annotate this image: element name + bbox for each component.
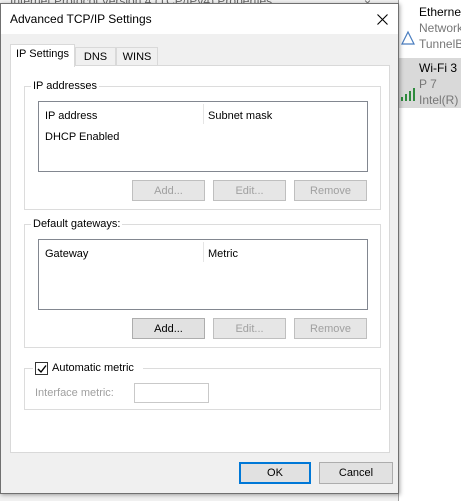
automatic-metric-option[interactable]: Automatic metric [33, 361, 143, 376]
cancel-button[interactable]: Cancel [319, 462, 393, 484]
connection-device: TunnelB [419, 37, 461, 51]
checkmark-icon [37, 365, 47, 374]
connection-status: P 7 [419, 77, 437, 91]
automatic-metric-checkbox[interactable] [35, 362, 48, 375]
ip-remove-button[interactable]: Remove [294, 180, 367, 201]
ip-settings-panel: IP addresses IP address Subnet mask DHCP… [10, 65, 390, 453]
ip-addresses-group: IP addresses IP address Subnet mask DHCP… [24, 80, 381, 210]
tab-dns[interactable]: DNS [75, 47, 116, 66]
default-gateways-group-label: Default gateways: [31, 218, 123, 231]
connection-name: Wi-Fi 3 [419, 61, 457, 75]
gateway-edit-button[interactable]: Edit... [213, 318, 286, 339]
connection-status: Network [419, 21, 461, 35]
column-separator[interactable] [203, 242, 204, 262]
ip-add-button[interactable]: Add... [132, 180, 205, 201]
ip-addresses-list[interactable]: IP address Subnet mask DHCP Enabled [38, 101, 368, 172]
gateway-remove-button[interactable]: Remove [294, 318, 367, 339]
connection-device: Intel(R) [419, 93, 459, 107]
ip-addresses-group-label: IP addresses [31, 80, 100, 93]
connection-item-ethernet[interactable]: Ethernet Network TunnelB [399, 2, 461, 51]
tab-wins[interactable]: WINS [116, 47, 158, 66]
wifi-signal-icon [400, 86, 416, 102]
tab-ip-settings[interactable]: IP Settings [10, 44, 75, 67]
ip-edit-button[interactable]: Edit... [213, 180, 286, 201]
connection-name: Ethernet [419, 5, 461, 19]
interface-metric-label: Interface metric: [35, 387, 114, 399]
dialog-title: Advanced TCP/IP Settings [10, 12, 152, 26]
advanced-tcpip-settings-dialog: Advanced TCP/IP Settings IP Settings DNS… [0, 3, 399, 494]
gateways-list[interactable]: Gateway Metric [38, 239, 368, 310]
connection-item-wifi[interactable]: Wi-Fi 3 P 7 Intel(R) [399, 58, 461, 108]
column-header-subnet-mask[interactable]: Subnet mask [208, 110, 272, 122]
column-header-metric[interactable]: Metric [208, 248, 238, 260]
column-header-gateway[interactable]: Gateway [45, 248, 88, 260]
list-item[interactable]: DHCP Enabled [45, 131, 119, 143]
column-separator[interactable] [203, 104, 204, 124]
ok-button[interactable]: OK [239, 462, 311, 484]
network-connections-list: Ethernet Network TunnelB Wi-Fi 3 P 7 Int… [399, 0, 461, 501]
gateway-add-button[interactable]: Add... [132, 318, 205, 339]
column-header-ip-address[interactable]: IP address [45, 110, 97, 122]
metric-group: Automatic metric Interface metric: [24, 361, 381, 410]
title-bar[interactable]: Advanced TCP/IP Settings [1, 4, 398, 34]
close-icon [376, 13, 388, 25]
interface-metric-input[interactable] [134, 383, 209, 403]
close-button[interactable] [366, 4, 398, 34]
network-adapter-icon [400, 30, 416, 46]
default-gateways-group: Default gateways: Gateway Metric Add... … [24, 218, 381, 348]
automatic-metric-label: Automatic metric [52, 362, 134, 374]
